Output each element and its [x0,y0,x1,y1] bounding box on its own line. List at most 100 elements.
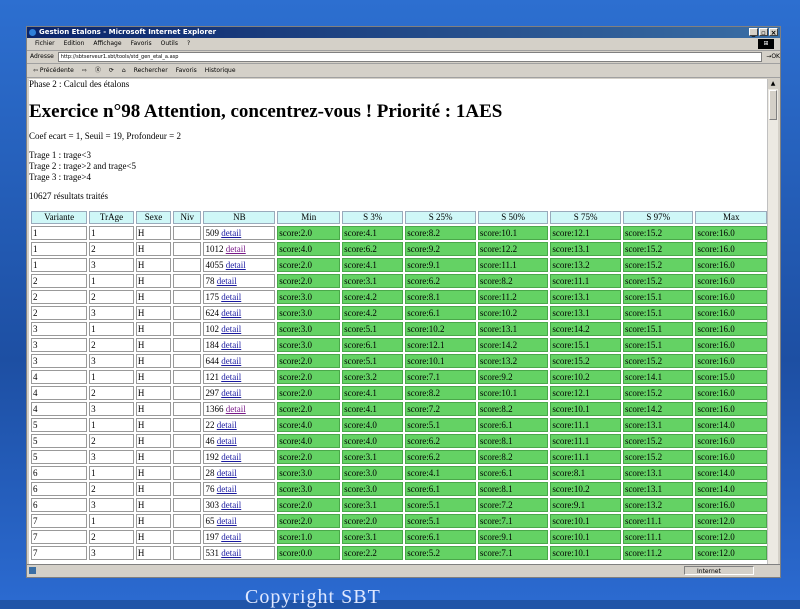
score-cell: score:15.1 [622,338,694,352]
history-button[interactable]: Historique [205,64,236,77]
score-cell: score:2.0 [277,514,341,528]
detail-link[interactable]: detail [217,436,237,446]
table-cell: 2 [89,290,134,304]
nb-value: 175 [205,292,219,302]
table-row: 4 2 H 297 detail score:2.0 score:4.1 score:8.2… [31,386,767,400]
detail-link[interactable]: detail [217,516,237,526]
favorites-button[interactable]: Favoris [176,64,197,77]
back-button[interactable]: ⇦ Précédente [33,64,74,77]
score-cell: score:3.1 [342,450,404,464]
detail-link[interactable]: detail [221,548,241,558]
table-cell [173,418,202,432]
stop-button[interactable]: Ⓧ [95,64,101,77]
windows-logo-icon: ⊞ [758,39,774,49]
table-cell: H [135,514,172,528]
menu-fichier[interactable]: Fichier [35,38,55,50]
score-cell: score:12.1 [405,338,476,352]
close-button[interactable]: × [769,28,778,37]
menu-affichage[interactable]: Affichage [93,38,121,50]
table-cell: 6 [31,482,88,496]
table-cell: 4 [31,386,88,400]
score-cell: score:11.1 [550,418,621,432]
nb-cell: 192 detail [203,450,276,464]
table-cell: 3 [31,322,88,336]
table-row: 6 3 H 303 detail score:2.0 score:3.1 score:5.1… [31,498,767,512]
menu-outils[interactable]: Outils [161,38,178,50]
menu-edition[interactable]: Edition [64,38,85,50]
nb-value: 102 [205,324,219,334]
table-cell: 1 [31,226,88,240]
score-cell: score:9.1 [477,530,549,544]
detail-link[interactable]: detail [217,468,237,478]
detail-link[interactable]: detail [221,228,241,238]
table-row: 5 1 H 22 detail score:4.0 score:4.0 score:5.1 s… [31,418,767,432]
table-row: 2 2 H 175 detail score:3.0 score:4.2 score:8.1… [31,290,767,304]
scroll-thumb[interactable] [769,90,777,120]
column-header: Niv [173,211,202,224]
detail-link[interactable]: detail [221,452,241,462]
minimize-button[interactable]: _ [749,28,758,37]
refresh-button[interactable]: ⟳ [109,64,114,77]
table-cell [173,546,202,560]
score-cell: score:7.1 [477,514,549,528]
params-text: Coef ecart = 1, Seuil = 19, Profondeur =… [29,131,181,141]
scroll-up-icon[interactable]: ▲ [768,79,778,89]
detail-link[interactable]: detail [221,372,241,382]
score-cell: score:14.0 [695,466,767,480]
detail-link[interactable]: detail [221,324,241,334]
score-cell: score:16.0 [695,274,767,288]
score-cell: score:2.0 [277,450,341,464]
table-cell: 1 [31,242,88,256]
detail-link[interactable]: detail [221,500,241,510]
menu-favoris[interactable]: Favoris [131,38,152,50]
detail-link[interactable]: detail [217,276,237,286]
detail-link[interactable]: detail [226,244,246,254]
table-cell: H [135,306,172,320]
menu-help[interactable]: ? [187,38,190,50]
address-input[interactable]: http://sbtserveur1.sbt/tools/std_gen_eta… [57,52,763,62]
detail-link[interactable]: detail [221,532,241,542]
detail-link[interactable]: detail [221,308,241,318]
table-cell: H [135,226,172,240]
score-cell: score:5.1 [405,418,476,432]
table-cell: H [135,546,172,560]
nb-cell: 76 detail [203,482,276,496]
score-cell: score:3.0 [277,290,341,304]
score-cell: score:8.1 [477,434,549,448]
home-button[interactable]: ⌂ [122,64,126,77]
nb-cell: 644 detail [203,354,276,368]
score-cell: score:16.0 [695,402,767,416]
score-cell: score:14.2 [477,338,549,352]
nb-value: 297 [205,388,219,398]
maximize-button[interactable]: ▫ [759,28,768,37]
table-cell [173,386,202,400]
detail-link[interactable]: detail [226,404,246,414]
table-cell: H [135,386,172,400]
detail-link[interactable]: detail [217,484,237,494]
search-button[interactable]: Rechercher [134,64,168,77]
score-cell: score:16.0 [695,306,767,320]
detail-link[interactable]: detail [217,420,237,430]
table-cell [173,226,202,240]
title-bar[interactable]: Gestion Etalons - Microsoft Internet Exp… [27,27,780,38]
column-header: S 3% [342,211,404,224]
table-cell: 2 [31,274,88,288]
score-cell: score:12.0 [695,530,767,544]
score-cell: score:13.2 [622,498,694,512]
detail-link[interactable]: detail [221,340,241,350]
detail-link[interactable]: detail [226,260,246,270]
vertical-scrollbar[interactable]: ▲ [767,79,778,565]
page-content: Phase 2 : Calcul des étalons Exercice n°… [29,79,769,565]
table-cell: H [135,450,172,464]
table-cell: 2 [89,338,134,352]
detail-link[interactable]: detail [221,356,241,366]
score-cell: score:3.0 [277,306,341,320]
go-button[interactable]: →OK [766,51,780,63]
detail-link[interactable]: detail [221,292,241,302]
table-cell [173,530,202,544]
detail-link[interactable]: detail [221,388,241,398]
score-cell: score:10.2 [405,322,476,336]
forward-button[interactable]: ⇨ [82,64,87,77]
browser-window: Gestion Etalons - Microsoft Internet Exp… [26,26,781,578]
score-cell: score:11.1 [622,530,694,544]
